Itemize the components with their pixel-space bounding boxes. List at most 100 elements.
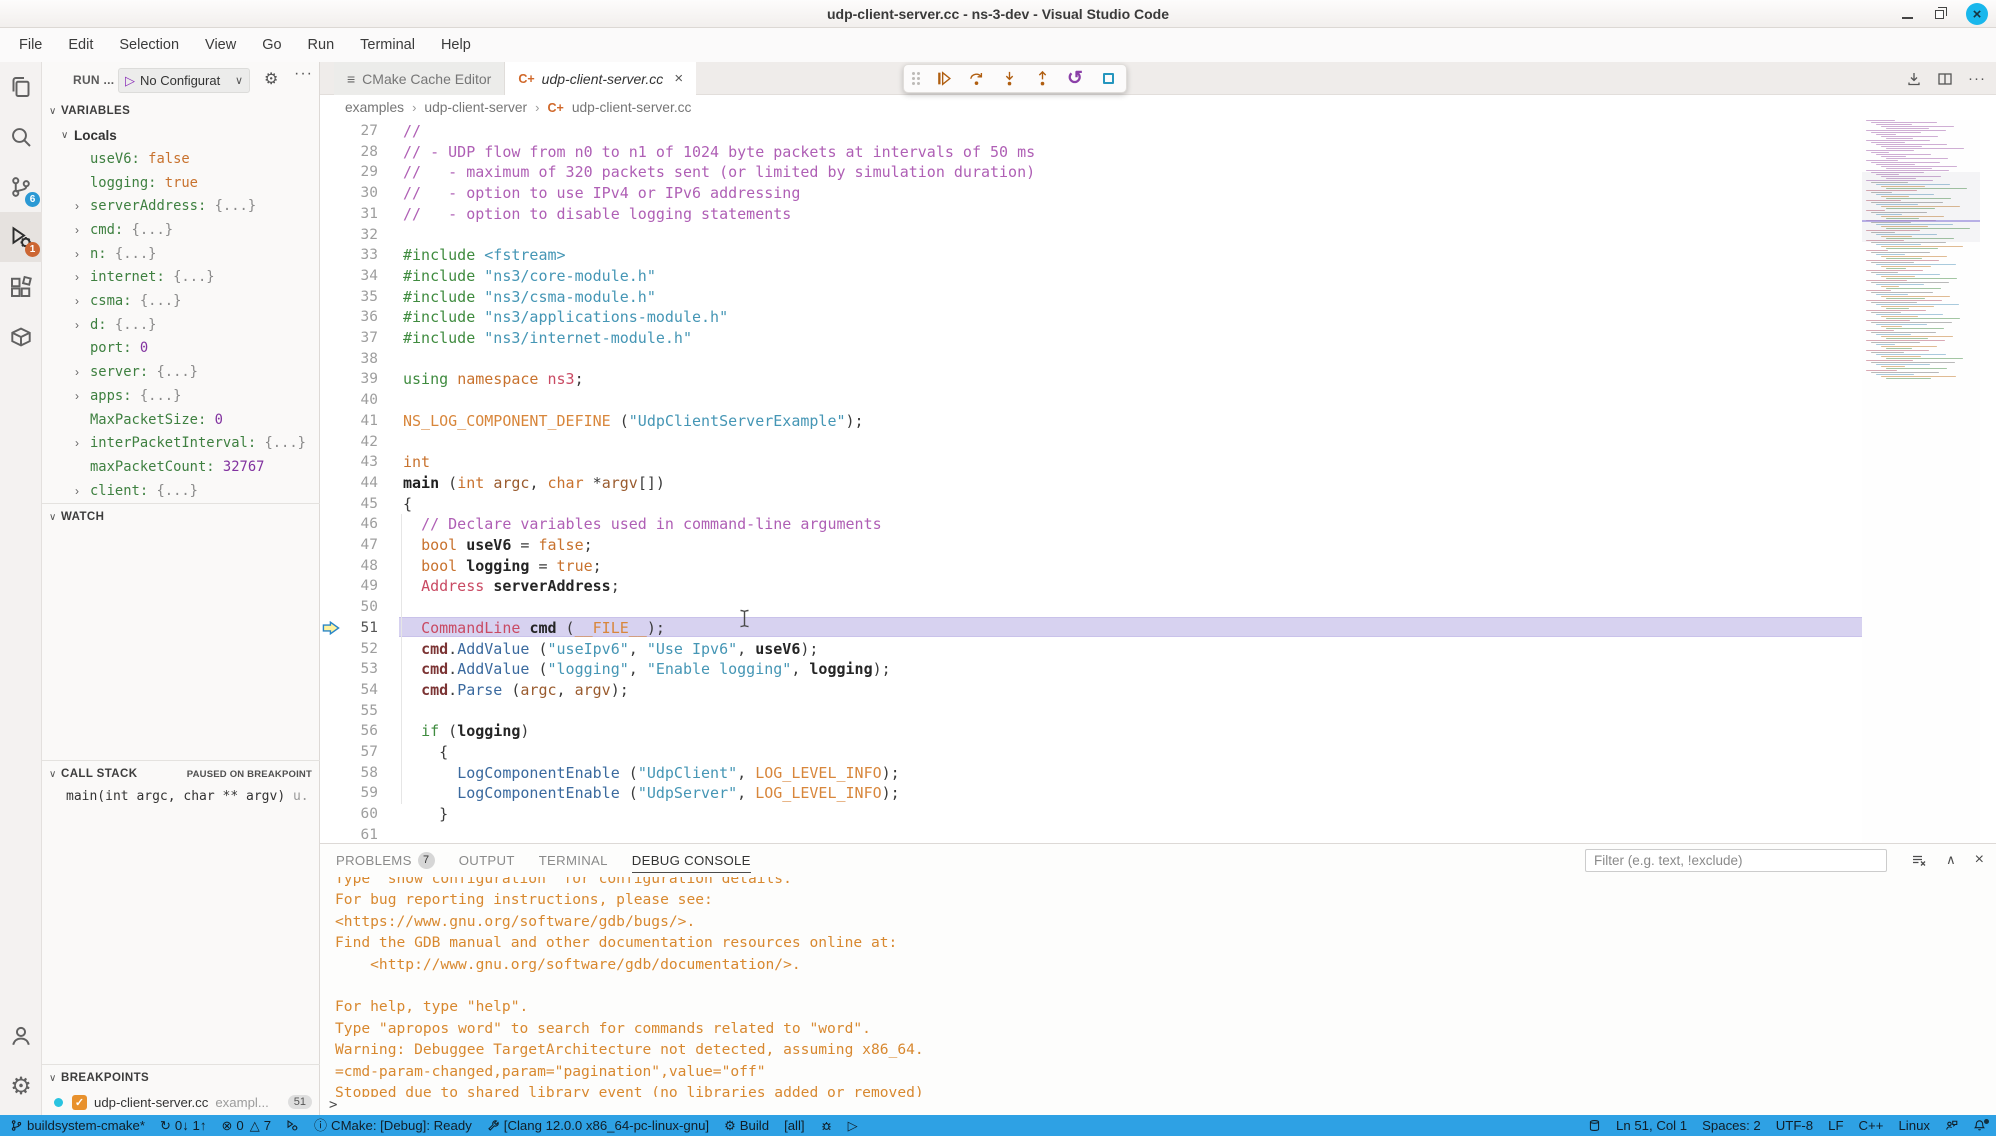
line-number[interactable]: 52 <box>320 639 378 660</box>
line-number[interactable]: 46 <box>320 514 378 535</box>
breakpoints-section-header[interactable]: ∨ BREAKPOINTS <box>42 1066 320 1090</box>
call-stack-section-header[interactable]: ∨ CALL STACK PAUSED ON BREAKPOINT <box>42 762 320 786</box>
tab-cmake-cache-editor[interactable]: ≡ CMake Cache Editor <box>334 62 505 95</box>
chevron-right-icon[interactable]: › <box>75 199 79 213</box>
variable-row-MaxPacketSize[interactable]: MaxPacketSize: 0 <box>42 408 320 432</box>
more-actions-icon[interactable]: ··· <box>294 65 313 83</box>
step-over-button[interactable] <box>966 68 986 90</box>
code-line[interactable]: 41NS_LOG_COMPONENT_DEFINE ("UdpClientSer… <box>320 411 1862 432</box>
line-number[interactable]: 36 <box>320 307 378 328</box>
line-number[interactable]: 55 <box>320 701 378 722</box>
line-number[interactable]: 43 <box>320 452 378 473</box>
status-item-spaces-2[interactable]: Spaces: 2 <box>1702 1118 1761 1133</box>
chevron-right-icon[interactable]: › <box>75 484 79 498</box>
code-line[interactable]: 40 <box>320 390 1862 411</box>
status-item-linux[interactable]: Linux <box>1898 1118 1930 1133</box>
chevron-right-icon[interactable]: › <box>75 270 79 284</box>
line-number[interactable]: 31 <box>320 204 378 225</box>
line-number[interactable]: 33 <box>320 245 378 266</box>
split-editor-icon[interactable] <box>1937 71 1953 87</box>
maximize-panel-icon[interactable]: ∧ <box>1946 852 1956 868</box>
status-item-build[interactable]: ⚙Build <box>724 1118 769 1133</box>
chevron-right-icon[interactable]: › <box>75 389 79 403</box>
variable-row-maxPacketCount[interactable]: maxPacketCount: 32767 <box>42 455 320 479</box>
status-item-clang-12-0-0-x86-64-pc-linux-gnu[interactable]: [Clang 12.0.0 x86_64-pc-linux-gnu] <box>487 1118 709 1133</box>
variable-row-port[interactable]: port: 0 <box>42 337 320 361</box>
activity-bar-item-run-and-debug[interactable]: 1 <box>0 212 42 262</box>
code-line[interactable]: 30// - option to use IPv4 or IPv6 addres… <box>320 183 1862 204</box>
code-line[interactable]: 27// <box>320 121 1862 142</box>
status-item-bug[interactable] <box>820 1119 833 1132</box>
breakpoint-checkbox[interactable]: ✓ <box>72 1095 87 1110</box>
variable-row-server[interactable]: ›server: {...} <box>42 360 320 384</box>
menu-item-selection[interactable]: Selection <box>106 28 192 62</box>
debug-configuration-dropdown[interactable]: ▷ No Configurat ∨ <box>118 68 250 93</box>
code-line[interactable]: 56 if (logging) <box>320 721 1862 742</box>
step-out-button[interactable] <box>1032 68 1052 90</box>
code-line[interactable]: 58 LogComponentEnable ("UdpClient", LOG_… <box>320 763 1862 784</box>
code-line[interactable]: 37#include "ns3/internet-module.h" <box>320 328 1862 349</box>
code-line[interactable]: 36#include "ns3/applications-module.h" <box>320 307 1862 328</box>
line-number[interactable]: 29 <box>320 162 378 183</box>
breadcrumb-item[interactable]: examples <box>345 100 404 115</box>
code-line[interactable]: 39using namespace ns3; <box>320 369 1862 390</box>
chevron-right-icon[interactable]: › <box>75 318 79 332</box>
code-line[interactable]: 48 bool logging = true; <box>320 556 1862 577</box>
code-line[interactable]: 31// - option to disable logging stateme… <box>320 204 1862 225</box>
chevron-right-icon[interactable]: › <box>75 294 79 308</box>
code-line[interactable]: 50 <box>320 597 1862 618</box>
code-line[interactable]: 43int <box>320 452 1862 473</box>
menu-item-run[interactable]: Run <box>295 28 348 62</box>
code-line[interactable]: 60 } <box>320 804 1862 825</box>
menu-item-help[interactable]: Help <box>428 28 484 62</box>
status-item-buildsystem-cmake[interactable]: buildsystem-cmake* <box>10 1118 145 1133</box>
line-number[interactable]: 34 <box>320 266 378 287</box>
status-item-bell[interactable] <box>1973 1119 1986 1132</box>
activity-bar-item-accounts[interactable] <box>0 1011 42 1061</box>
chevron-right-icon[interactable]: › <box>75 365 79 379</box>
code-line[interactable]: 51 CommandLine cmd (__FILE__); <box>320 618 1862 639</box>
chevron-right-icon[interactable]: › <box>75 247 79 261</box>
status-item-utf-8[interactable]: UTF-8 <box>1776 1118 1813 1133</box>
code-line[interactable]: 45{ <box>320 494 1862 515</box>
step-into-button[interactable] <box>999 68 1019 90</box>
line-number[interactable]: 60 <box>320 804 378 825</box>
continue-button[interactable] <box>933 68 953 90</box>
breadcrumb-item[interactable]: udp-client-server <box>424 100 527 115</box>
line-number[interactable]: 37 <box>320 328 378 349</box>
minimize-button[interactable] <box>1902 17 1913 19</box>
status-item-c++[interactable]: C++ <box>1859 1118 1884 1133</box>
variable-row-csma[interactable]: ›csma: {...} <box>42 289 320 313</box>
line-number[interactable]: 45 <box>320 494 378 515</box>
gear-icon[interactable]: ⚙ <box>264 69 278 89</box>
status-item-all[interactable]: [all] <box>784 1118 805 1133</box>
call-stack-frame[interactable]: main(int argc, char ** argv) u. <box>66 789 316 804</box>
activity-bar-item-explorer[interactable] <box>0 62 42 112</box>
restore-button[interactable] <box>1935 10 1944 19</box>
menu-item-view[interactable]: View <box>192 28 249 62</box>
status-item-cmake-debug-ready[interactable]: ⓘCMake: [Debug]: Ready <box>314 1118 472 1133</box>
line-number[interactable]: 57 <box>320 742 378 763</box>
variable-row-useV6[interactable]: useV6: false <box>42 147 320 171</box>
stop-button[interactable] <box>1098 68 1118 90</box>
menu-item-edit[interactable]: Edit <box>55 28 106 62</box>
debug-console-output[interactable]: Type "show configuration" for configurat… <box>320 877 1996 1097</box>
close-button[interactable]: × <box>1966 3 1988 25</box>
restart-button[interactable]: ↺ <box>1065 68 1085 90</box>
panel-tab-debug-console[interactable]: DEBUG CONSOLE <box>624 844 759 876</box>
line-number[interactable]: 28 <box>320 142 378 163</box>
chevron-right-icon[interactable]: › <box>75 223 79 237</box>
minimap[interactable] <box>1862 120 1980 843</box>
line-number[interactable]: 53 <box>320 659 378 680</box>
code-line[interactable]: 59 LogComponentEnable ("UdpServer", LOG_… <box>320 783 1862 804</box>
debug-console-prompt[interactable]: > <box>320 1097 1996 1115</box>
code-line[interactable]: 57 { <box>320 742 1862 763</box>
variable-row-interPacketInterval[interactable]: ›interPacketInterval: {...} <box>42 431 320 455</box>
code-line[interactable]: 53 cmd.AddValue ("logging", "Enable logg… <box>320 659 1862 680</box>
chevron-right-icon[interactable]: › <box>75 436 79 450</box>
code-line[interactable]: 47 bool useV6 = false; <box>320 535 1862 556</box>
line-number[interactable]: 42 <box>320 432 378 453</box>
code-line[interactable]: 34#include "ns3/core-module.h" <box>320 266 1862 287</box>
menu-item-terminal[interactable]: Terminal <box>347 28 428 62</box>
code-line[interactable]: 28// - UDP flow from n0 to n1 of 1024 by… <box>320 142 1862 163</box>
